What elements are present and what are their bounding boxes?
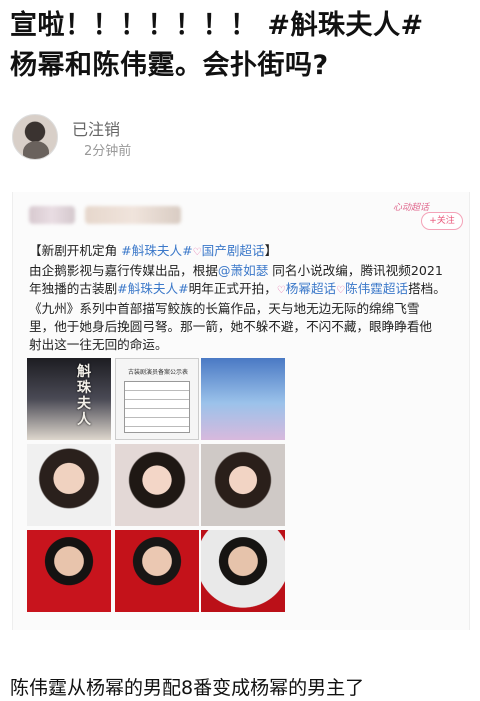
actress-photo[interactable] [115,444,199,526]
actress-photo[interactable] [201,444,285,526]
hashtag-link[interactable]: #斛珠夫人# [121,243,192,258]
document-image[interactable]: 古装剧演员备案公示表 [115,358,199,440]
headline-line-1: 宣啦！！！！！！！ #斛珠夫人# [10,10,424,41]
blurred-avatar [29,206,75,224]
body-line-5: 里，他于她身后挽圆弓弩。那一箭，她不躲不避，不闪不藏，眼睁睁看他 [29,319,432,334]
body-text: 【新剧开机定角 [29,243,122,258]
embedded-post-card: 心动超话 +关注 【新剧开机定角 #斛珠夫人#♡国产剧超话】 由企鹅影视与嘉行传… [12,192,470,630]
heart-icon: ♡ [336,285,346,296]
heart-icon: ♡ [276,285,286,296]
poster-image[interactable]: 斛珠夫人 [27,358,111,440]
poster-title: 斛珠夫人 [77,364,91,428]
body-line-3: 年独播的古装剧#斛珠夫人#明年正式开拍，♡杨幂超话♡陈伟霆超话搭档。 [29,280,465,300]
body-text: 搭档。 [408,281,446,296]
headline-line-2: 杨幂和陈伟霆。会扑街吗? [10,50,329,81]
super-topic-link[interactable]: 陈伟霆超话 [345,281,408,296]
comment-text: 陈伟霆从杨幂的男配8番变成杨幂的男主了 [10,677,365,699]
image-grid: 斛珠夫人 古装剧演员备案公示表 [27,358,285,614]
body-line-2: 由企鹅影视与嘉行传媒出品，根据@萧如瑟 同名小说改编，腾讯视频2021 [29,262,465,280]
author-name[interactable]: 已注销 [72,116,120,140]
actor-photo[interactable] [27,530,111,612]
body-line-6: 射出这一往无回的命运。 [29,337,168,352]
actor-photo[interactable] [201,530,285,612]
artwork-image[interactable] [201,358,285,440]
actor-photo[interactable] [115,530,199,612]
blurred-username [85,206,181,224]
mention-link[interactable]: @萧如瑟 [218,263,268,278]
body-text: 明年正式开拍， [188,281,277,296]
super-topic-link[interactable]: 杨幂超话 [286,281,336,296]
body-line-1: 【新剧开机定角 #斛珠夫人#♡国产剧超话】 [29,242,465,262]
body-line-4: 《九州》系列中首部描写鲛族的长篇作品，天与地无边无际的绵绵飞雪 [29,301,420,316]
body-text: 由企鹅影视与嘉行传媒出品，根据 [29,263,218,278]
body-text: 】 [264,243,278,258]
body-text: 同名小说改编，腾讯视频2021 [268,263,443,278]
hashtag-link[interactable]: #斛珠夫人# [117,281,188,296]
document-title: 古装剧演员备案公示表 [127,369,188,376]
post-time: 2分钟前 [84,144,132,159]
document-table [124,381,190,433]
heart-icon: ♡ [192,247,202,258]
body-text: 年独播的古装剧 [29,281,118,296]
avatar[interactable] [12,114,58,160]
post-body: 【新剧开机定角 #斛珠夫人#♡国产剧超话】 由企鹅影视与嘉行传媒出品，根据@萧如… [29,242,465,354]
super-topic-link[interactable]: 国产剧超话 [202,243,265,258]
actress-photo[interactable] [27,444,111,526]
author-block: 已注销 2分钟前 [12,114,312,162]
follow-button[interactable]: +关注 [421,212,463,230]
post-headline: 宣啦！！！！！！！ #斛珠夫人# 杨幂和陈伟霆。会扑街吗? [10,6,472,86]
